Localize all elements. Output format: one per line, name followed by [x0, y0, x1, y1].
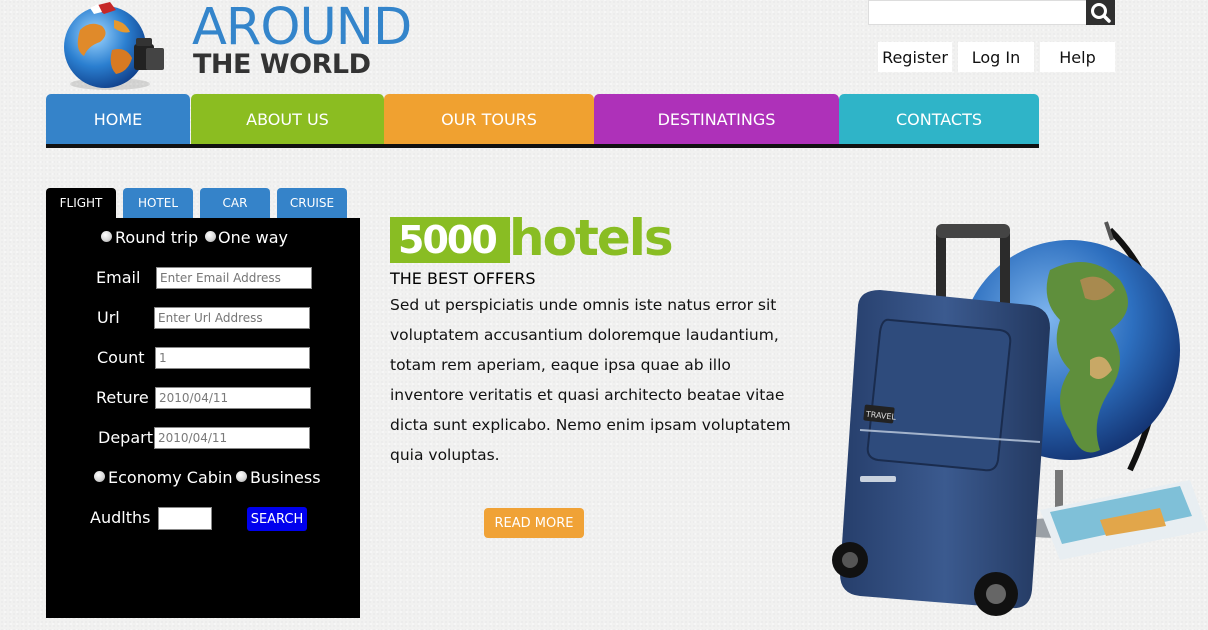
- globe-logo-icon: [64, 2, 164, 90]
- help-link[interactable]: Help: [1040, 42, 1115, 72]
- read-more-button[interactable]: READ MORE: [484, 508, 584, 538]
- round-trip-label: Round trip: [115, 228, 199, 247]
- economy-cabin-radio[interactable]: [94, 471, 105, 482]
- login-link[interactable]: Log In: [958, 42, 1034, 72]
- business-label: Business: [250, 468, 321, 487]
- depart-date-field[interactable]: [154, 427, 310, 449]
- main-nav: HOME ABOUT US OUR TOURS DESTINATINGS CON…: [46, 94, 1039, 148]
- count-field[interactable]: [155, 347, 310, 369]
- depart-label: Depart: [98, 428, 153, 447]
- economy-cabin-label: Economy Cabin: [108, 468, 233, 487]
- nav-underline: [46, 144, 1039, 148]
- email-label: Email: [96, 268, 141, 287]
- one-way-label: One way: [218, 228, 289, 247]
- search-icon: [1091, 3, 1111, 23]
- nav-our-tours[interactable]: OUR TOURS: [384, 94, 594, 144]
- nav-contacts[interactable]: CONTACTS: [839, 94, 1039, 144]
- tab-hotel[interactable]: HOTEL: [123, 188, 193, 218]
- tab-cruise[interactable]: CRUISE: [277, 188, 347, 218]
- brand-subtitle: THE WORLD: [193, 49, 371, 80]
- booking-search-button[interactable]: SEARCH: [247, 507, 307, 531]
- url-field[interactable]: [154, 307, 310, 329]
- promo-word: hotels: [509, 209, 674, 267]
- return-date-field[interactable]: [155, 387, 311, 409]
- promo-subtitle: THE BEST OFFERS: [390, 269, 536, 288]
- one-way-radio[interactable]: [205, 231, 216, 242]
- nav-home[interactable]: HOME: [46, 94, 190, 144]
- return-label: Reture: [96, 388, 149, 407]
- round-trip-radio[interactable]: [101, 231, 112, 242]
- adults-label: Audlths: [90, 508, 151, 527]
- brand-title: AROUND: [192, 0, 412, 57]
- promo-description: Sed ut perspiciatis unde omnis iste natu…: [390, 296, 791, 464]
- site-search-input[interactable]: [868, 0, 1087, 25]
- nav-destinatings[interactable]: DESTINATINGS: [594, 94, 839, 144]
- tab-flight[interactable]: FLIGHT: [46, 188, 116, 218]
- register-link[interactable]: Register: [878, 42, 952, 72]
- nav-about-us[interactable]: ABOUT US: [191, 94, 384, 144]
- url-label: Url: [97, 308, 120, 327]
- site-search-button[interactable]: [1086, 0, 1115, 25]
- tab-car[interactable]: CAR: [200, 188, 270, 218]
- business-radio[interactable]: [236, 471, 247, 482]
- flight-booking-form: Round trip One way Email Url Count Retur…: [46, 218, 360, 618]
- count-label: Count: [97, 348, 145, 367]
- suitcase-globe-image: TRAVEL: [832, 221, 1208, 616]
- adults-field[interactable]: [158, 507, 212, 530]
- email-field[interactable]: [156, 267, 312, 289]
- promo-number: 5000: [390, 217, 510, 263]
